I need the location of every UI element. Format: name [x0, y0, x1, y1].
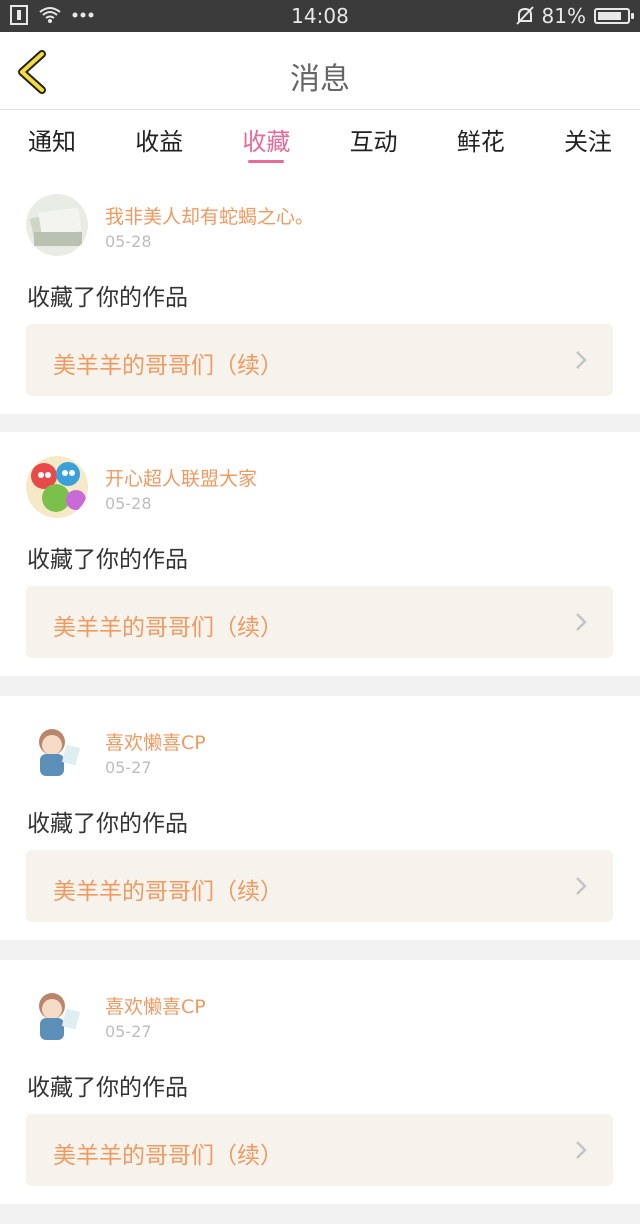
- work-title: 美羊羊的哥哥们（续）: [53, 879, 283, 905]
- tab-flowers[interactable]: 鲜花: [453, 110, 509, 170]
- message-action: 收藏了你的作品: [27, 811, 188, 837]
- message-date: 05-27: [105, 1022, 152, 1041]
- battery-icon: [594, 8, 634, 24]
- work-link[interactable]: 美羊羊的哥哥们（续）: [26, 850, 613, 922]
- username[interactable]: 开心超人联盟大家: [105, 464, 257, 491]
- header-bar: 消息: [0, 32, 640, 110]
- anime-boy-avatar[interactable]: [26, 984, 88, 1046]
- status-bar: 14:08 81%: [0, 0, 640, 32]
- battery-percent: 81%: [541, 4, 586, 28]
- chevron-right-icon: [576, 877, 587, 895]
- message-action: 收藏了你的作品: [27, 285, 188, 311]
- work-title: 美羊羊的哥哥们（续）: [53, 353, 283, 379]
- username[interactable]: 喜欢懒喜CP: [105, 728, 206, 755]
- username[interactable]: 我非美人却有蛇蝎之心。: [105, 202, 314, 229]
- tab-earnings[interactable]: 收益: [131, 110, 187, 170]
- username[interactable]: 喜欢懒喜CP: [105, 992, 206, 1019]
- work-link[interactable]: 美羊羊的哥哥们（续）: [26, 586, 613, 658]
- work-link[interactable]: 美羊羊的哥哥们（续）: [26, 324, 613, 396]
- message-date: 05-27: [105, 758, 152, 777]
- message-list: 我非美人却有蛇蝎之心。 05-28 收藏了你的作品 美羊羊的哥哥们（续） 开心超…: [0, 170, 640, 1224]
- work-title: 美羊羊的哥哥们（续）: [53, 615, 283, 641]
- superhero-avatar[interactable]: [26, 456, 88, 518]
- chevron-right-icon: [576, 351, 587, 369]
- message-date: 05-28: [105, 494, 152, 513]
- chevron-right-icon: [576, 613, 587, 631]
- message-card: 开心超人联盟大家 05-28 收藏了你的作品 美羊羊的哥哥们（续）: [0, 432, 640, 676]
- message-card: 喜欢懒喜CP 05-27 收藏了你的作品 美羊羊的哥哥们（续）: [0, 696, 640, 940]
- tab-favorites[interactable]: 收藏: [238, 110, 294, 170]
- tab-following[interactable]: 关注: [560, 110, 616, 170]
- work-title: 美羊羊的哥哥们（续）: [53, 1143, 283, 1169]
- message-action: 收藏了你的作品: [27, 547, 188, 573]
- mute-bell-icon: [515, 6, 534, 25]
- message-date: 05-28: [105, 232, 152, 251]
- anime-boy-avatar[interactable]: [26, 720, 88, 782]
- message-action: 收藏了你的作品: [27, 1075, 188, 1101]
- battery-fill: [598, 12, 621, 20]
- message-card: 喜欢懒喜CP 05-27 收藏了你的作品 美羊羊的哥哥们（续）: [0, 960, 640, 1204]
- tab-bar: 通知 收益 收藏 互动 鲜花 关注: [0, 110, 640, 170]
- status-right-icons: 81%: [515, 4, 634, 28]
- work-link[interactable]: 美羊羊的哥哥们（续）: [26, 1114, 613, 1186]
- chevron-right-icon: [576, 1141, 587, 1159]
- tab-interactions[interactable]: 互动: [346, 110, 402, 170]
- tab-notifications[interactable]: 通知: [24, 110, 80, 170]
- message-card: 我非美人却有蛇蝎之心。 05-28 收藏了你的作品 美羊羊的哥哥们（续）: [0, 170, 640, 414]
- notebook-avatar[interactable]: [26, 194, 88, 256]
- page-title: 消息: [290, 62, 350, 97]
